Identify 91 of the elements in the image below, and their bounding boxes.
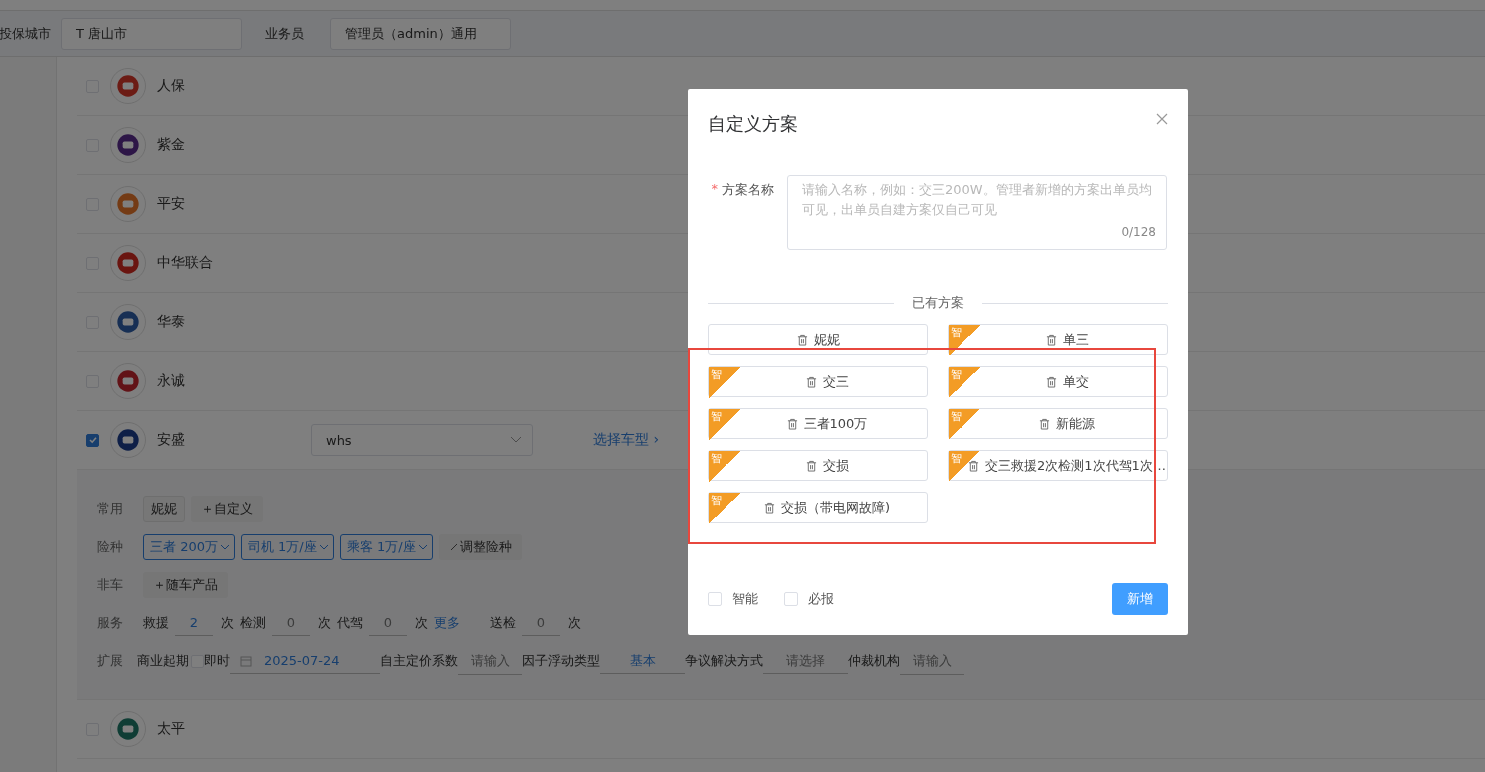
city-field[interactable]: T 唐山市 <box>61 17 242 50</box>
add-button[interactable]: 新增 <box>1112 583 1168 615</box>
add-custom-button[interactable]: ＋自定义 <box>191 496 263 522</box>
checkbox-label: 必报 <box>808 590 834 608</box>
checkbox[interactable] <box>86 433 99 447</box>
smart-badge: 智 <box>709 493 740 524</box>
unit-label: 次 <box>318 614 331 632</box>
dialog-title: 自定义方案 <box>708 112 798 136</box>
pen-icon <box>448 542 459 552</box>
trash-icon <box>796 333 808 346</box>
trash-icon <box>805 459 817 472</box>
smart-badge: 智 <box>709 409 740 440</box>
plan-button[interactable]: 智 单三 <box>948 324 1168 355</box>
checkbox-label: 即时 <box>204 652 230 670</box>
chevron-icon <box>219 544 230 550</box>
count-field[interactable]: 2 <box>175 610 213 636</box>
plan-button[interactable]: 智 交损（带电网故障) <box>708 492 928 523</box>
insurer-name: 中华联合 <box>157 254 214 272</box>
row-label: 险种 <box>97 538 124 556</box>
unit-label: 次 <box>568 614 581 632</box>
count-field[interactable]: 0 <box>522 610 560 636</box>
input-field[interactable]: 请输入 <box>900 647 964 675</box>
row-label: 服务 <box>97 614 124 632</box>
char-counter: 0/128 <box>1121 225 1156 239</box>
service-label: 代驾 <box>337 614 363 632</box>
input-field[interactable]: 请输入 <box>458 647 522 675</box>
plan-button[interactable]: 智 单交 <box>948 366 1168 397</box>
smart-badge: 智 <box>949 409 980 440</box>
field-label: 仲裁机构 <box>848 652 900 670</box>
select-field[interactable]: 请选择 <box>763 648 848 674</box>
coverage-select[interactable]: 三者 200万 <box>143 534 235 560</box>
unit-label: 次 <box>221 614 234 632</box>
smart-badge: 智 <box>949 325 980 356</box>
insurer-name: 紫金 <box>157 136 186 154</box>
chevron-icon <box>318 544 329 550</box>
select-vehicle-link[interactable]: 选择车型 › <box>593 431 660 449</box>
chevron-icon <box>510 436 522 444</box>
service-label: 检测 <box>240 614 266 632</box>
trash-icon <box>1045 375 1057 388</box>
plan-button[interactable]: 智 交损 <box>708 450 928 481</box>
adjust-coverage-button[interactable]: 调整险种 <box>438 534 522 560</box>
trash-icon <box>1039 417 1050 430</box>
section-title: 已有方案 <box>912 294 964 312</box>
plan-chip[interactable]: 妮妮 <box>143 496 185 522</box>
smart-badge: 智 <box>949 451 980 482</box>
insurer-name: 人保 <box>157 77 186 95</box>
insurer-name: 太平 <box>157 720 186 738</box>
row-label: 常用 <box>97 500 124 518</box>
select-field[interactable]: 基本 <box>600 648 685 674</box>
insurer-name: 永诚 <box>157 372 186 390</box>
plan-button[interactable]: 妮妮 <box>708 324 928 355</box>
agent-field[interactable]: 管理员（admin）通用 <box>330 17 511 50</box>
coverage-select[interactable]: 司机 1万/座 <box>240 534 334 560</box>
vehicle-select[interactable]: whs <box>311 424 533 456</box>
insurer-name: 平安 <box>157 195 186 213</box>
field-label: 业务员 <box>265 24 305 43</box>
required-mark: * <box>711 181 718 198</box>
plan-button[interactable]: 智 新能源 <box>948 408 1168 439</box>
row-label: 非车 <box>97 576 124 594</box>
close-button[interactable] <box>1156 113 1168 125</box>
calendar-icon <box>240 654 252 667</box>
service-label: 送检 <box>490 614 516 632</box>
count-field[interactable]: 0 <box>369 610 407 636</box>
field-label: 争议解决方式 <box>685 652 763 670</box>
trash-icon <box>786 417 798 430</box>
unit-label: 次 <box>415 614 428 632</box>
trash-icon <box>1045 333 1057 346</box>
trash-icon <box>968 459 980 472</box>
plan-button[interactable]: 智 交三 <box>708 366 928 397</box>
coverage-select[interactable]: 乘客 1万/座 <box>339 534 433 560</box>
chevron-icon <box>417 544 428 550</box>
add-product-button[interactable]: ＋随车产品 <box>143 572 228 598</box>
plan-button[interactable]: 智 三者100万 <box>708 408 928 439</box>
insurer-name: 华泰 <box>157 313 186 331</box>
service-label: 救援 <box>143 614 169 632</box>
smart-badge: 智 <box>709 367 740 398</box>
insurer-name: 安盛 <box>157 431 186 449</box>
row-label: 扩展 <box>97 652 124 670</box>
field-label: 商业起期 <box>137 652 189 670</box>
trash-icon <box>805 375 817 388</box>
date-field[interactable]: 2025-07-24 <box>230 648 380 674</box>
smart-badge: 智 <box>709 451 740 482</box>
trash-icon <box>763 501 775 514</box>
field-label: 方案名称 <box>722 181 774 199</box>
more-link[interactable]: 更多 <box>434 614 460 632</box>
count-field[interactable]: 0 <box>272 610 310 636</box>
checkbox-label: 智能 <box>732 590 758 608</box>
smart-badge: 智 <box>949 367 980 398</box>
field-label: 因子浮动类型 <box>522 652 600 670</box>
plan-button[interactable]: 智 交三救援2次检测1次代驾1次… <box>948 450 1168 481</box>
field-label: 自主定价系数 <box>380 652 458 670</box>
